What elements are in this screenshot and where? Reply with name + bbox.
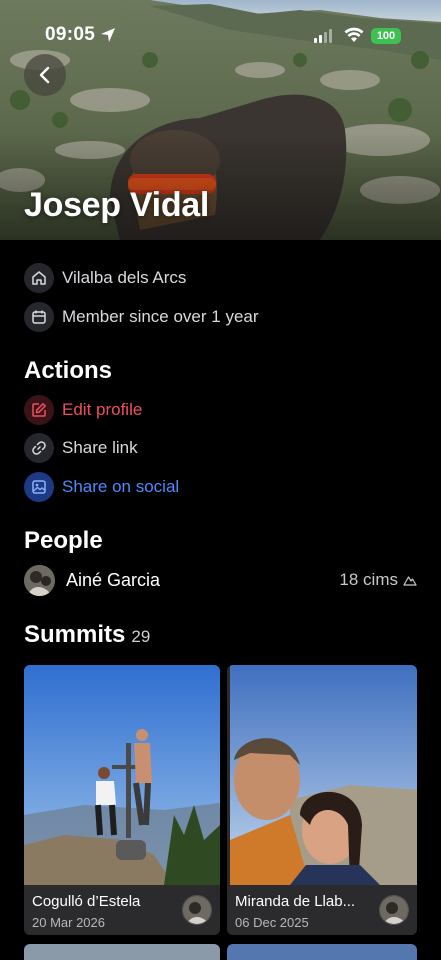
summits-title-label: Summits xyxy=(24,621,126,648)
person-cims: 18 cims xyxy=(339,570,417,590)
share-social-action[interactable]: Share on social xyxy=(24,472,179,502)
summit-title: Cogulló d’Estela xyxy=(32,893,141,910)
summit-card[interactable]: Cogulló d’Estela 20 Mar 2026 xyxy=(24,665,220,935)
home-icon xyxy=(24,263,54,293)
share-social-label: Share on social xyxy=(62,477,180,496)
summits-title: Summits 29 xyxy=(24,621,150,649)
summit-caption: Miranda de Llab... 06 Dec 2025 xyxy=(227,885,417,935)
location-label: Vilalba dels Arcs xyxy=(62,268,187,287)
person-row[interactable]: Ainé Garcia 18 cims xyxy=(24,564,417,596)
share-link-label: Share link xyxy=(62,438,138,457)
summit-date: 20 Mar 2026 xyxy=(32,915,105,930)
location-arrow-icon xyxy=(101,28,115,42)
avatar xyxy=(182,895,212,925)
link-icon xyxy=(24,433,54,463)
calendar-icon xyxy=(24,302,54,332)
summit-card-peek[interactable] xyxy=(227,944,417,960)
member-since-label: Member since over 1 year xyxy=(62,307,259,326)
status-bar: 09:05 100 xyxy=(0,0,441,60)
summit-card-peek[interactable] xyxy=(24,944,220,960)
battery-indicator: 100 xyxy=(371,28,401,44)
summit-date: 06 Dec 2025 xyxy=(235,915,309,930)
profile-name: Josep Vidal xyxy=(24,186,210,224)
actions-title: Actions xyxy=(24,357,113,384)
summit-photo xyxy=(24,665,220,885)
share-link-action[interactable]: Share link xyxy=(24,433,138,463)
edit-profile-label: Edit profile xyxy=(62,400,143,419)
avatar xyxy=(379,895,409,925)
status-time: 09:05 xyxy=(45,24,96,45)
chevron-left-icon xyxy=(39,66,50,84)
back-button[interactable] xyxy=(24,54,66,96)
mountain-icon xyxy=(403,576,417,586)
summit-card[interactable]: Miranda de Llab... 06 Dec 2025 xyxy=(227,665,417,935)
edit-icon xyxy=(24,395,54,425)
member-since-row: Member since over 1 year xyxy=(24,302,259,332)
summits-count: 29 xyxy=(131,627,151,646)
summit-photo xyxy=(230,665,417,885)
wifi-icon xyxy=(344,27,364,42)
person-cims-label: 18 cims xyxy=(339,570,398,589)
cellular-signal-icon xyxy=(314,29,332,43)
location-row: Vilalba dels Arcs xyxy=(24,263,186,293)
image-icon xyxy=(24,472,54,502)
people-title: People xyxy=(24,527,103,554)
person-name: Ainé Garcia xyxy=(66,569,161,590)
summit-title: Miranda de Llab... xyxy=(235,893,356,910)
avatar xyxy=(24,564,55,596)
summit-caption: Cogulló d’Estela 20 Mar 2026 xyxy=(24,885,220,935)
edit-profile-action[interactable]: Edit profile xyxy=(24,395,142,425)
